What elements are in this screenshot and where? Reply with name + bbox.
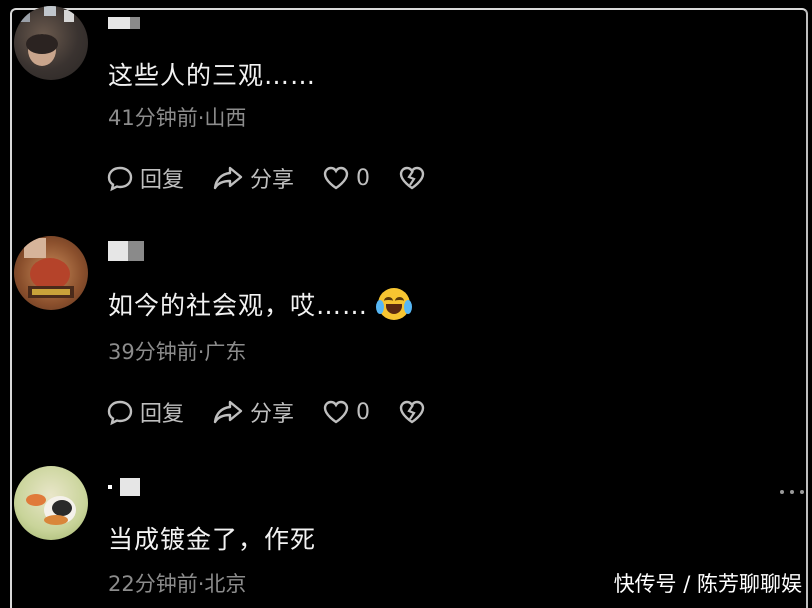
like-icon — [323, 400, 349, 424]
dislike-button[interactable] — [398, 399, 432, 425]
share-icon — [213, 400, 243, 424]
share-button[interactable]: 分享 — [212, 396, 294, 428]
share-button[interactable]: 分享 — [212, 162, 294, 194]
share-icon — [213, 166, 243, 190]
username[interactable] — [108, 241, 146, 261]
comment-meta: 41分钟前·山西 — [108, 106, 247, 130]
username-pixelated — [120, 478, 140, 496]
reply-icon — [107, 400, 133, 426]
like-count: 0 — [356, 165, 371, 191]
avatar[interactable] — [14, 6, 88, 80]
avatar[interactable] — [14, 466, 88, 540]
username-pixelated — [108, 485, 112, 489]
dislike-icon — [399, 400, 425, 424]
like-button[interactable]: 0 — [322, 399, 370, 425]
watermark: 快传号 / 陈芳聊聊娱 — [613, 572, 802, 596]
comment-text-content: 如今的社会观，哎…… — [108, 291, 369, 320]
dislike-icon — [399, 166, 425, 190]
reply-button[interactable]: 回复 — [106, 396, 184, 428]
username-pixelated — [108, 241, 128, 261]
share-label: 分享 — [250, 168, 295, 193]
more-options-icon[interactable] — [780, 490, 804, 494]
like-icon — [323, 166, 349, 190]
comment-meta: 39分钟前·广东 — [108, 340, 247, 364]
reply-button[interactable]: 回复 — [106, 162, 184, 194]
username[interactable] — [108, 478, 146, 496]
username[interactable] — [108, 14, 146, 32]
comment-actions: 回复 分享 0 — [106, 396, 460, 428]
comment-actions: 回复 分享 0 — [106, 162, 460, 194]
like-count: 0 — [356, 399, 371, 425]
dislike-button[interactable] — [398, 165, 432, 191]
username-pixelated — [130, 17, 140, 29]
comment-text: 这些人的三观…… — [108, 61, 317, 90]
reply-label: 回复 — [140, 168, 185, 193]
like-button[interactable]: 0 — [322, 165, 370, 191]
laughing-tears-emoji-icon — [376, 288, 413, 320]
reply-icon — [107, 166, 133, 192]
reply-label: 回复 — [140, 402, 185, 427]
comment-text: 如今的社会观，哎…… — [108, 286, 413, 322]
comment-text: 当成镀金了，作死 — [108, 525, 317, 554]
username-pixelated — [128, 241, 144, 261]
comment-meta: 22分钟前·北京 — [108, 572, 247, 596]
share-label: 分享 — [250, 402, 295, 427]
username-pixelated — [108, 17, 130, 29]
avatar[interactable] — [14, 236, 88, 310]
